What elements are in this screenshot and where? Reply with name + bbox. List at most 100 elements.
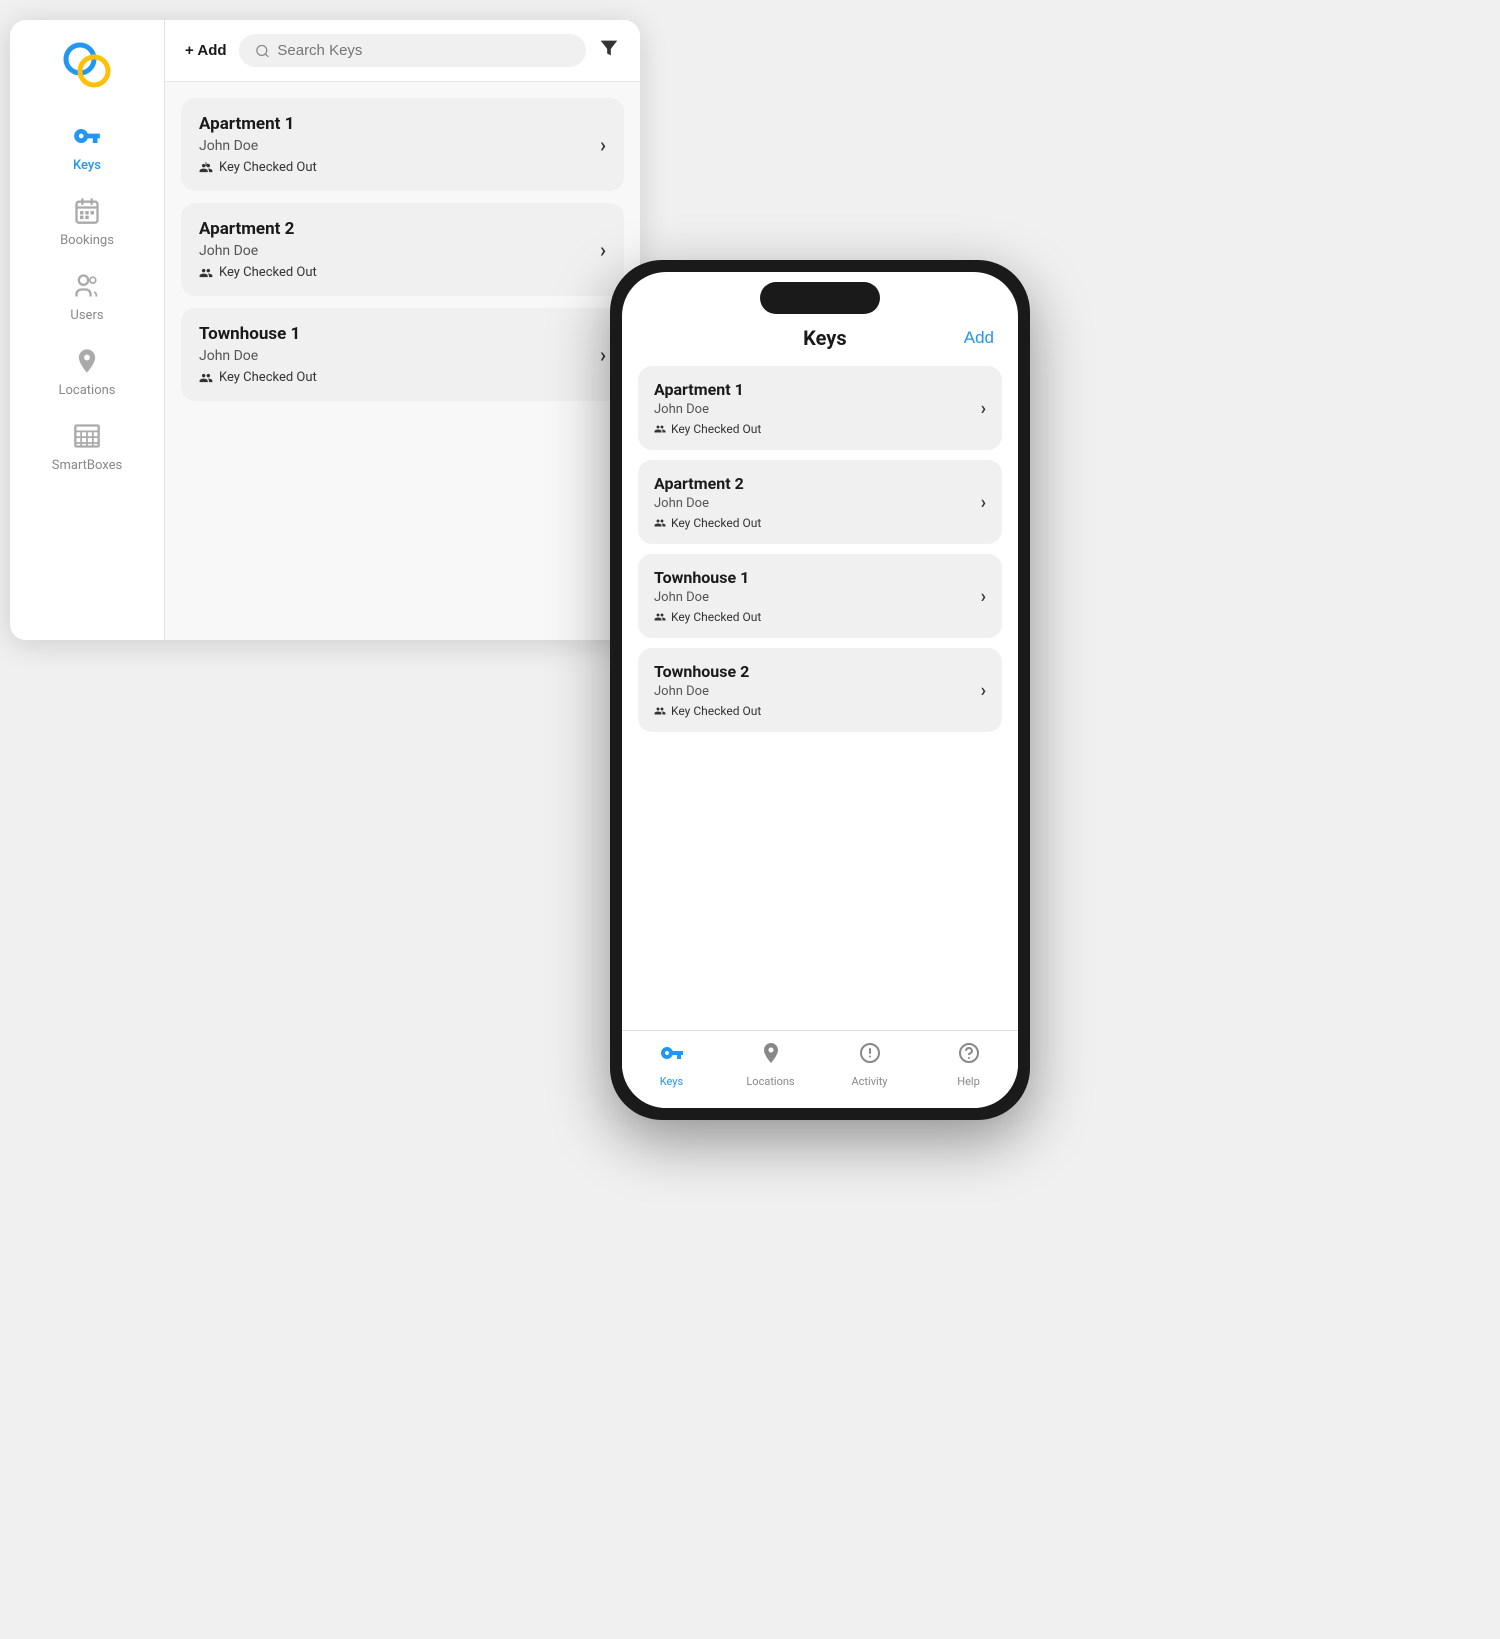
phone-key-card-1-title: Apartment 1	[654, 380, 761, 399]
phone-key-card-2-user: John Doe	[654, 496, 761, 511]
key-card-2-status-text: Key Checked Out	[219, 265, 317, 280]
phone-key-card-4-title: Townhouse 2	[654, 662, 761, 681]
sidebar-item-bookings[interactable]: Bookings	[27, 185, 147, 256]
sidebar-item-smartboxes[interactable]: SmartBoxes	[27, 410, 147, 481]
checkout-icon-3	[199, 371, 213, 385]
phone-key-card-2[interactable]: Apartment 2 John Doe Key Checked Out ›	[638, 460, 1002, 544]
phone-key-card-4-status: Key Checked Out	[654, 704, 761, 718]
phone-key-card-4-status-text: Key Checked Out	[671, 704, 761, 718]
desktop-panel: Keys Bookings	[10, 20, 640, 640]
key-card-2-info: Apartment 2 John Doe Key Checked Out	[199, 219, 317, 280]
key-card-1-user: John Doe	[199, 138, 317, 154]
phone-key-card-2-info: Apartment 2 John Doe Key Checked Out	[654, 474, 761, 530]
sidebar-keys-label: Keys	[73, 158, 101, 173]
app-logo	[57, 36, 117, 96]
phone-key-card-2-title: Apartment 2	[654, 474, 761, 493]
key-card-3-info: Townhouse 1 John Doe Key Checked Out	[199, 324, 317, 385]
phone-key-card-1-info: Apartment 1 John Doe Key Checked Out	[654, 380, 761, 436]
desktop-key-list: Apartment 1 John Doe Key Checked Out › A…	[165, 82, 640, 640]
desktop-key-card-1[interactable]: Apartment 1 John Doe Key Checked Out ›	[181, 98, 624, 191]
phone-key-card-2-chevron: ›	[981, 492, 986, 513]
desktop-key-card-2[interactable]: Apartment 2 John Doe Key Checked Out ›	[181, 203, 624, 296]
search-bar	[239, 34, 586, 67]
key-card-3-status: Key Checked Out	[199, 370, 317, 385]
phone-key-card-4-chevron: ›	[981, 680, 986, 701]
sidebar-item-users[interactable]: Users	[27, 260, 147, 331]
sidebar: Keys Bookings	[10, 20, 165, 640]
tab-activity-label: Activity	[851, 1075, 887, 1088]
phone-tab-locations[interactable]: Locations	[736, 1041, 806, 1088]
key-card-3-user: John Doe	[199, 348, 317, 364]
dynamic-island	[760, 282, 880, 314]
phone-key-card-4[interactable]: Townhouse 2 John Doe Key Checked Out ›	[638, 648, 1002, 732]
sidebar-item-locations[interactable]: Locations	[27, 335, 147, 406]
tab-help-icon	[957, 1041, 981, 1071]
key-card-3-status-text: Key Checked Out	[219, 370, 317, 385]
tab-keys-label: Keys	[660, 1075, 683, 1088]
sidebar-locations-label: Locations	[58, 383, 115, 398]
phone-mockup: Keys Add Apartment 1 John Doe Key Checke…	[610, 260, 1030, 1120]
sidebar-item-keys[interactable]: Keys	[27, 110, 147, 181]
phone-key-card-2-status: Key Checked Out	[654, 516, 761, 530]
phone-key-list: Apartment 1 John Doe Key Checked Out › A…	[622, 358, 1018, 1030]
phone-key-card-3-status-text: Key Checked Out	[671, 610, 761, 624]
key-card-3-chevron: ›	[600, 343, 606, 367]
key-card-3-title: Townhouse 1	[199, 324, 317, 344]
phone-key-card-1-chevron: ›	[981, 398, 986, 419]
key-card-2-status: Key Checked Out	[199, 265, 317, 280]
phone-key-card-3-title: Townhouse 1	[654, 568, 761, 587]
tab-locations-label: Locations	[746, 1075, 794, 1088]
desktop-toolbar: + Add	[165, 20, 640, 82]
phone-title: Keys	[686, 326, 964, 350]
phone-key-card-1[interactable]: Apartment 1 John Doe Key Checked Out ›	[638, 366, 1002, 450]
sidebar-smartboxes-label: SmartBoxes	[52, 458, 122, 473]
phone-inner: Keys Add Apartment 1 John Doe Key Checke…	[622, 272, 1018, 1108]
key-card-2-chevron: ›	[600, 238, 606, 262]
phone-tab-bar: Keys Locations	[622, 1030, 1018, 1108]
phone-key-card-3-info: Townhouse 1 John Doe Key Checked Out	[654, 568, 761, 624]
search-input[interactable]	[277, 42, 570, 59]
phone-key-card-4-info: Townhouse 2 John Doe Key Checked Out	[654, 662, 761, 718]
phone-key-card-1-status: Key Checked Out	[654, 422, 761, 436]
tab-help-label: Help	[957, 1075, 980, 1088]
bookings-icon	[69, 193, 105, 229]
phone-key-card-4-user: John Doe	[654, 684, 761, 699]
users-icon	[69, 268, 105, 304]
key-card-1-status-text: Key Checked Out	[219, 160, 317, 175]
phone-add-button[interactable]: Add	[964, 328, 994, 348]
phone-checkout-icon-3	[654, 611, 666, 623]
smartboxes-icon	[69, 418, 105, 454]
tab-activity-icon	[858, 1041, 882, 1071]
sidebar-users-label: Users	[70, 308, 103, 323]
phone-tab-keys[interactable]: Keys	[637, 1041, 707, 1088]
phone-key-card-3-user: John Doe	[654, 590, 761, 605]
phone-key-card-3[interactable]: Townhouse 1 John Doe Key Checked Out ›	[638, 554, 1002, 638]
search-icon	[255, 43, 270, 59]
key-card-2-title: Apartment 2	[199, 219, 317, 239]
key-card-1-title: Apartment 1	[199, 114, 317, 134]
phone-tab-help[interactable]: Help	[934, 1041, 1004, 1088]
phone-header: Keys Add	[622, 314, 1018, 358]
phone-key-card-1-user: John Doe	[654, 402, 761, 417]
filter-icon[interactable]	[598, 37, 620, 64]
tab-locations-icon	[759, 1041, 783, 1071]
phone-key-card-2-status-text: Key Checked Out	[671, 516, 761, 530]
key-card-1-info: Apartment 1 John Doe Key Checked Out	[199, 114, 317, 175]
main-content: + Add Apartment 1 John Doe	[165, 20, 640, 640]
phone-key-card-1-status-text: Key Checked Out	[671, 422, 761, 436]
tab-keys-icon	[660, 1041, 684, 1071]
key-card-2-user: John Doe	[199, 243, 317, 259]
phone-checkout-icon-2	[654, 517, 666, 529]
phone-tab-activity[interactable]: Activity	[835, 1041, 905, 1088]
key-card-1-status: Key Checked Out	[199, 160, 317, 175]
phone-checkout-icon-1	[654, 423, 666, 435]
desktop-key-card-3[interactable]: Townhouse 1 John Doe Key Checked Out ›	[181, 308, 624, 401]
sidebar-bookings-label: Bookings	[60, 233, 114, 248]
phone-key-card-3-chevron: ›	[981, 586, 986, 607]
add-button[interactable]: + Add	[185, 42, 227, 59]
checkout-icon-1	[199, 161, 213, 175]
keys-icon	[69, 118, 105, 154]
locations-icon	[69, 343, 105, 379]
checkout-icon-2	[199, 266, 213, 280]
phone-key-card-3-status: Key Checked Out	[654, 610, 761, 624]
